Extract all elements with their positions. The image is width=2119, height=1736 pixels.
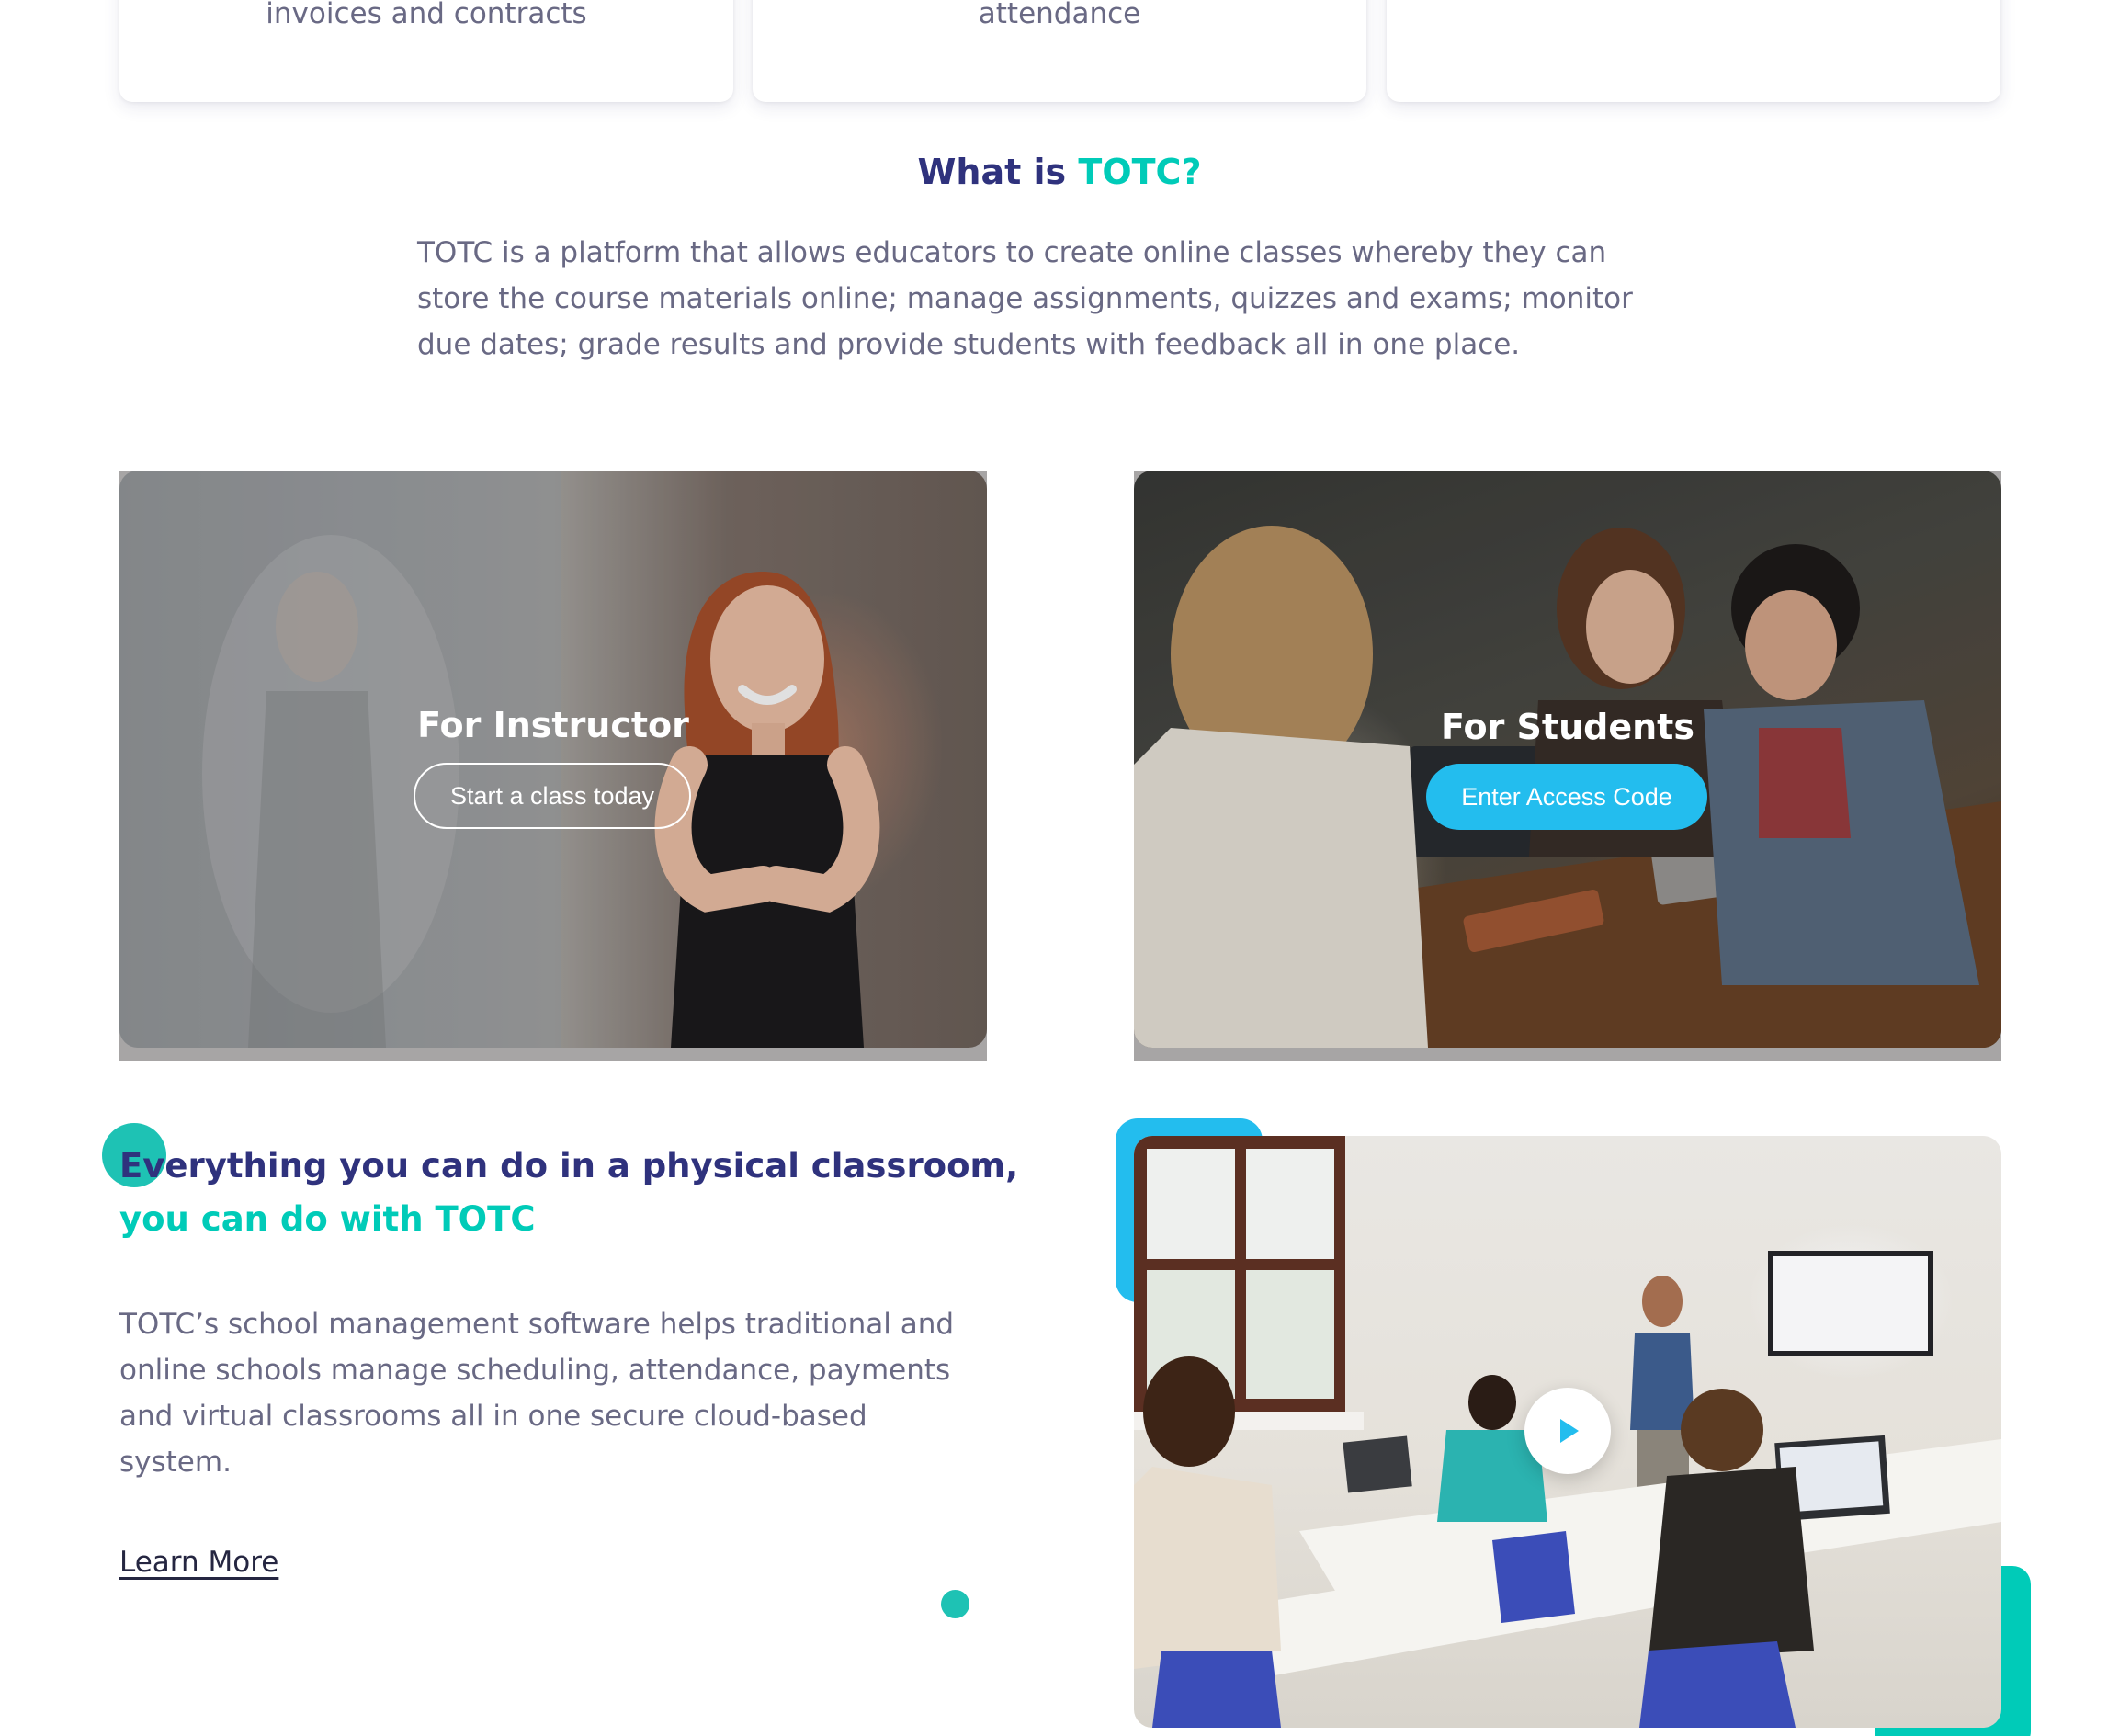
start-class-button[interactable]: Start a class today xyxy=(414,763,691,829)
feature-card-attendance: attendance xyxy=(753,0,1366,102)
about-line: due dates; grade results and provide stu… xyxy=(417,328,1521,361)
about-line: TOTC is a platform that allows educators… xyxy=(417,236,1607,269)
instructor-card: For Instructor Start a class today xyxy=(119,471,987,1061)
feature-heading: Everything you can do in a physical clas… xyxy=(119,1140,1018,1246)
feature-line: and virtual classrooms all in one secure… xyxy=(119,1400,867,1433)
feature-paragraph: TOTC’s school management software helps … xyxy=(119,1301,1002,1485)
students-title: For Students xyxy=(1441,707,1694,747)
feature-line: TOTC’s school management software helps … xyxy=(119,1308,955,1341)
feature-line: online schools manage scheduling, attend… xyxy=(119,1354,951,1387)
image-overlay xyxy=(1134,471,2001,1048)
image-overlay xyxy=(119,471,987,1048)
students-photo: For Students Enter Access Code xyxy=(1134,471,2001,1048)
play-icon xyxy=(1560,1419,1579,1443)
feature-heading-accent: you can do with TOTC xyxy=(119,1199,536,1239)
feature-line: system. xyxy=(119,1446,232,1479)
play-button[interactable] xyxy=(1524,1388,1611,1474)
section-title-what-is: What is TOTC? xyxy=(0,152,2119,192)
page: invoices and contracts attendance What i… xyxy=(0,0,2119,1736)
instructor-photo: For Instructor Start a class today xyxy=(119,471,987,1048)
section-title-accent: TOTC? xyxy=(1078,152,1202,192)
about-paragraph: TOTC is a platform that allows educators… xyxy=(417,230,1704,368)
section-title-main: What is xyxy=(917,152,1079,192)
learn-more-link[interactable]: Learn More xyxy=(119,1546,278,1579)
feature-card-text: invoices and contracts xyxy=(266,0,587,30)
feature-card-text: attendance xyxy=(978,0,1141,30)
decorative-dot xyxy=(941,1590,969,1618)
feature-heading-main: Everything you can do in a physical clas… xyxy=(119,1146,1019,1186)
enter-access-code-button[interactable]: Enter Access Code xyxy=(1426,764,1707,830)
about-line: store the course materials online; manag… xyxy=(417,282,1633,315)
feature-card-third xyxy=(1387,0,2000,102)
students-card: For Students Enter Access Code xyxy=(1134,471,2001,1061)
feature-card-invoices: invoices and contracts xyxy=(119,0,733,102)
instructor-title: For Instructor xyxy=(417,705,689,745)
